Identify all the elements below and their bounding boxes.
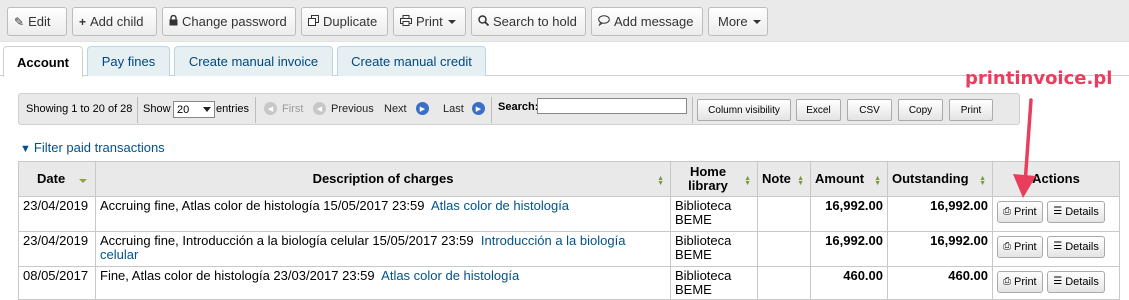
- date-cell: 23/04/2019: [18, 231, 96, 267]
- first-page-link[interactable]: First: [282, 103, 303, 115]
- copy-button[interactable]: Copy: [898, 99, 943, 121]
- lock-icon: [169, 14, 178, 29]
- divider: [255, 97, 256, 123]
- printer-icon: ⎙: [1003, 276, 1011, 287]
- member-toolbar: ✎ Edit + Add child Change password Duplica…: [0, 0, 1129, 42]
- table-info: Showing 1 to 20 of 28: [26, 103, 133, 115]
- note-cell: [757, 196, 811, 232]
- note-cell: [757, 231, 811, 267]
- next-page-link[interactable]: Next: [384, 103, 407, 115]
- tab-create-manual-invoice[interactable]: Create manual invoice: [174, 46, 333, 76]
- print-invoice-button[interactable]: ⎙ Print: [997, 236, 1043, 258]
- filter-icon: ▼: [20, 143, 31, 155]
- last-page-link[interactable]: Last: [443, 103, 464, 115]
- amount-cell: 460.00: [810, 266, 888, 300]
- tab-create-manual-credit[interactable]: Create manual credit: [337, 46, 486, 76]
- search-icon: [478, 14, 490, 29]
- outstanding-cell: 16,992.00: [887, 231, 993, 267]
- annotation-arrow-icon: [1013, 98, 1036, 198]
- entries-label: entries: [216, 103, 250, 115]
- print-dropdown-button[interactable]: Print: [393, 7, 466, 36]
- sort-icon: ▲ ▼: [657, 175, 664, 187]
- show-label: Show: [143, 103, 171, 115]
- excel-export-button[interactable]: Excel: [796, 99, 841, 121]
- table-header-row: Date Description of charges ▲ ▼ Home libr…: [18, 161, 1120, 197]
- column-header-date[interactable]: Date: [18, 161, 96, 197]
- sort-icon: ▲ ▼: [744, 175, 751, 187]
- title-link[interactable]: Atlas color de histología: [381, 268, 519, 283]
- filter-paid-transactions-link[interactable]: ▼ Filter paid transactions: [20, 140, 165, 155]
- chevron-down-icon: [752, 19, 761, 24]
- add-child-button[interactable]: + Add child: [72, 7, 157, 36]
- list-icon: ☰: [1053, 241, 1063, 252]
- table-row: 08/05/2017 Fine, Atlas color de histolog…: [18, 266, 1120, 300]
- annotation-label: printinvoice.pl: [965, 68, 1113, 89]
- add-message-button[interactable]: Add message: [591, 7, 703, 36]
- sort-descending-icon: [79, 179, 87, 183]
- column-visibility-button[interactable]: Column visibility: [697, 99, 791, 121]
- date-cell: 23/04/2019: [18, 196, 96, 232]
- datatable-controls: Showing 1 to 20 of 28 Show 20 entries ◀ …: [18, 93, 1020, 125]
- library-cell: Biblioteca BEME: [670, 231, 758, 267]
- details-button[interactable]: ☰ Details: [1047, 271, 1105, 293]
- note-cell: [757, 266, 811, 300]
- details-button[interactable]: ☰ Details: [1047, 201, 1105, 223]
- comment-icon: [598, 14, 610, 29]
- amount-cell: 16,992.00: [810, 196, 888, 232]
- chevron-down-icon: [447, 19, 456, 24]
- outstanding-cell: 16,992.00: [887, 196, 993, 232]
- divider: [137, 97, 138, 123]
- table-row: 23/04/2019 Accruing fine, Introducción a…: [18, 231, 1120, 267]
- description-cell: Accruing fine, Atlas color de histología…: [95, 196, 671, 232]
- sort-icon: ▲ ▼: [874, 175, 881, 187]
- sort-icon: ▲ ▼: [979, 175, 986, 187]
- page-length-select[interactable]: 20: [173, 101, 215, 118]
- date-cell: 08/05/2017: [18, 266, 96, 300]
- library-cell: Biblioteca BEME: [670, 266, 758, 300]
- list-icon: ☰: [1053, 276, 1063, 287]
- column-header-description[interactable]: Description of charges ▲ ▼: [95, 161, 671, 197]
- copy-icon: [308, 14, 319, 29]
- column-header-home-library[interactable]: Home library ▲ ▼: [670, 161, 758, 197]
- details-button[interactable]: ☰ Details: [1047, 236, 1105, 258]
- library-cell: Biblioteca BEME: [670, 196, 758, 232]
- sort-icon: ▲ ▼: [797, 175, 804, 187]
- previous-page-icon: ◀: [313, 102, 326, 115]
- amount-cell: 16,992.00: [810, 231, 888, 267]
- charges-table: Date Description of charges ▲ ▼ Home libr…: [18, 161, 1120, 300]
- edit-button[interactable]: ✎ Edit: [7, 7, 67, 36]
- plus-icon: +: [79, 14, 87, 29]
- more-dropdown-button[interactable]: More: [708, 7, 768, 36]
- printer-icon: ⎙: [1003, 241, 1011, 252]
- previous-page-link[interactable]: Previous: [331, 103, 374, 115]
- divider: [491, 97, 492, 123]
- actions-cell: ⎙ Print ☰ Details: [992, 266, 1120, 300]
- table-row: 23/04/2019 Accruing fine, Atlas color de…: [18, 196, 1120, 232]
- table-search-input[interactable]: [537, 98, 687, 114]
- next-page-icon[interactable]: ▶: [416, 102, 429, 115]
- actions-cell: ⎙ Print ☰ Details: [992, 231, 1120, 267]
- search-label: Search:: [498, 101, 539, 113]
- outstanding-cell: 460.00: [887, 266, 993, 300]
- title-link[interactable]: Atlas color de histología: [431, 198, 569, 213]
- description-cell: Fine, Atlas color de histología 23/03/20…: [95, 266, 671, 300]
- column-header-note[interactable]: Note ▲ ▼: [757, 161, 811, 197]
- search-to-hold-button[interactable]: Search to hold: [471, 7, 586, 36]
- print-table-button[interactable]: Print: [949, 99, 993, 121]
- print-invoice-button[interactable]: ⎙ Print: [997, 271, 1043, 293]
- tab-account[interactable]: Account: [3, 46, 83, 77]
- change-password-button[interactable]: Change password: [162, 7, 296, 36]
- column-header-outstanding[interactable]: Outstanding ▲ ▼: [887, 161, 993, 197]
- column-header-amount[interactable]: Amount ▲ ▼: [810, 161, 888, 197]
- first-page-icon: ◀: [264, 102, 277, 115]
- tab-pay-fines[interactable]: Pay fines: [87, 46, 170, 76]
- pencil-icon: ✎: [14, 14, 25, 29]
- description-cell: Accruing fine, Introducción a la biologí…: [95, 231, 671, 267]
- duplicate-button[interactable]: Duplicate: [301, 7, 388, 36]
- printer-icon: [400, 14, 412, 29]
- chevron-down-icon: [203, 107, 211, 112]
- csv-export-button[interactable]: CSV: [847, 99, 892, 121]
- last-page-icon[interactable]: ▶: [472, 102, 485, 115]
- divider: [692, 97, 693, 123]
